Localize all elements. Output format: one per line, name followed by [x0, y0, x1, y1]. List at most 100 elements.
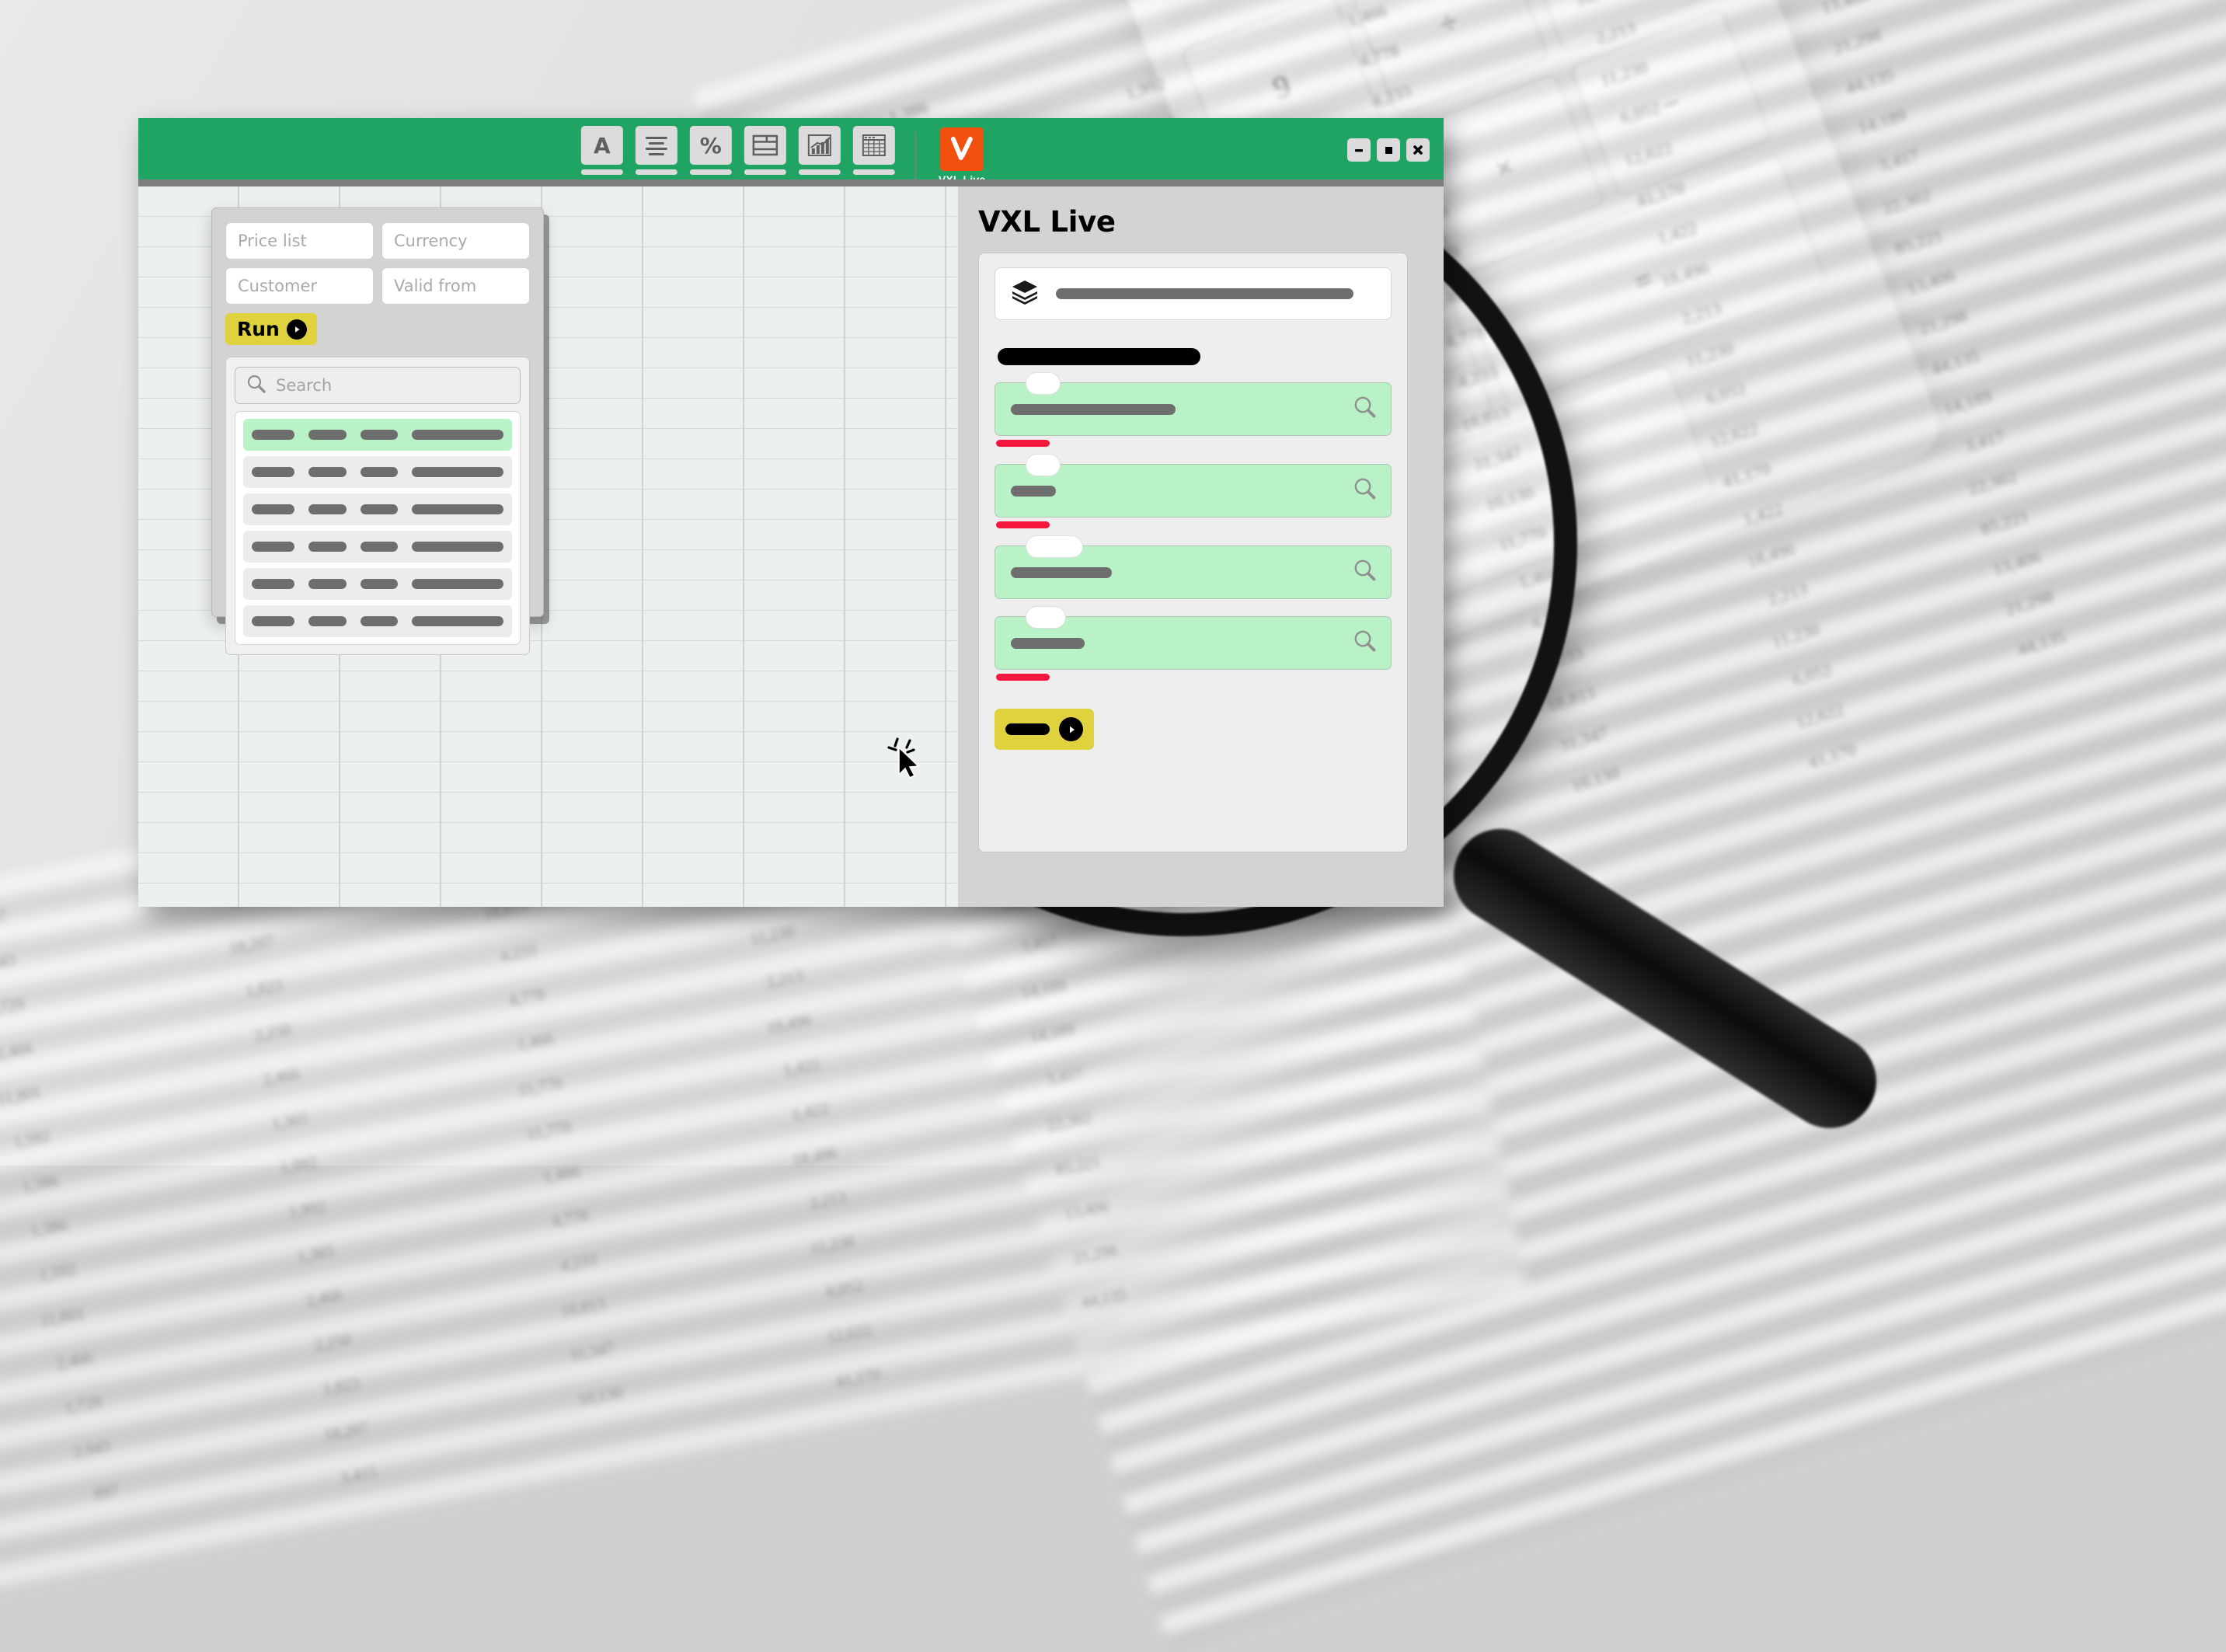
toolbar-button-underline — [744, 169, 786, 175]
currency-input[interactable]: Currency — [381, 222, 530, 260]
table-cell-placeholder — [308, 467, 346, 477]
lookup-3-label — [1026, 535, 1083, 558]
magnifier-icon[interactable] — [1353, 476, 1378, 505]
table-cell-placeholder — [308, 504, 346, 514]
table-row[interactable] — [243, 605, 512, 637]
align-text-icon — [636, 126, 678, 165]
table-cell-placeholder — [412, 542, 503, 552]
table-row[interactable] — [243, 419, 512, 451]
valid-from-input[interactable]: Valid from — [381, 267, 530, 305]
play-icon — [1059, 717, 1083, 741]
table-row[interactable] — [243, 493, 512, 525]
section-heading-placeholder — [998, 348, 1200, 365]
lookup-4-group — [995, 616, 1392, 681]
customer-input[interactable]: Customer — [225, 267, 374, 305]
toolbar-button-percent[interactable]: % — [689, 126, 733, 175]
query-field-grid: Price list Currency Customer Valid from — [225, 222, 530, 305]
window-controls — [1347, 138, 1430, 162]
panel-run-label-placeholder — [1005, 723, 1050, 735]
magnifier-icon[interactable] — [1353, 629, 1378, 657]
table-cell-placeholder — [412, 430, 503, 440]
table-row[interactable] — [243, 531, 512, 563]
svg-text:A: A — [594, 133, 611, 158]
bar-chart-icon — [799, 126, 841, 165]
table-cell-placeholder — [412, 467, 503, 477]
merge-cells-icon — [744, 126, 786, 165]
lookup-1-value — [1011, 404, 1176, 415]
toolbar-button-underline — [581, 169, 623, 175]
table-cell-placeholder — [252, 467, 294, 477]
lookup-2-label — [1026, 454, 1061, 476]
table-cell-placeholder — [361, 467, 398, 477]
panel-title: VXL Live — [978, 205, 1423, 239]
table-cell-placeholder — [361, 504, 398, 514]
window-body: Price list Currency Customer Valid from … — [138, 186, 1444, 907]
panel-run-button[interactable] — [995, 709, 1094, 750]
table-cell-placeholder — [361, 430, 398, 440]
lookup-4-value — [1011, 638, 1085, 649]
table-cell-placeholder — [308, 616, 346, 626]
table-row[interactable] — [243, 456, 512, 488]
spreadsheet-grid[interactable]: Price list Currency Customer Valid from … — [138, 186, 958, 907]
mouse-cursor — [887, 734, 935, 782]
play-icon — [287, 319, 307, 340]
table-cell-placeholder — [252, 579, 294, 589]
query-dialog: Price list Currency Customer Valid from … — [211, 207, 544, 617]
toolbar-button-underline — [690, 169, 732, 175]
lookup-4-error-indicator — [996, 674, 1050, 681]
search-placeholder: Search — [276, 376, 332, 395]
magnifier-icon[interactable] — [1353, 395, 1378, 423]
lookup-1-group — [995, 382, 1392, 447]
close-button[interactable] — [1406, 138, 1430, 162]
table-cell-placeholder — [252, 616, 294, 626]
ledger-number-column: 14,189 3,417 22,302 85,221 13,406 21,298… — [1767, 0, 2071, 671]
toolbar-button-table[interactable] — [852, 126, 896, 175]
minimize-button[interactable] — [1347, 138, 1371, 162]
price-list-input[interactable]: Price list — [225, 222, 374, 260]
table-cell-placeholder — [361, 542, 398, 552]
toolbar-button-underline — [636, 169, 678, 175]
table-cell-placeholder — [412, 579, 503, 589]
results-list — [235, 411, 521, 645]
lookup-field-list — [995, 382, 1392, 681]
toolbar-divider — [914, 131, 917, 181]
table-cell-placeholder — [252, 430, 294, 440]
table-cell-placeholder — [361, 579, 398, 589]
magnifier-icon[interactable] — [1353, 558, 1378, 587]
brand-button[interactable]: VXL Live — [939, 126, 985, 186]
ribbon-button-group: A % — [580, 126, 985, 186]
toolbar-button-underline — [799, 169, 841, 175]
table-cell-placeholder — [412, 616, 503, 626]
ledger-number-column: 1,422 18,496 2,213 11,230 6,052 12,622 4… — [1558, 0, 1862, 783]
percent-icon: % — [690, 126, 732, 165]
search-input[interactable]: Search — [235, 367, 521, 404]
table-cell-placeholder — [308, 579, 346, 589]
lookup-3-value — [1011, 567, 1112, 578]
table-row[interactable] — [243, 568, 512, 600]
results-card: Search — [225, 357, 530, 655]
run-button-label: Run — [237, 318, 280, 340]
toolbar: A % — [138, 118, 1444, 186]
app-window: A % — [138, 118, 1444, 907]
maximize-button[interactable] — [1377, 138, 1400, 162]
run-button[interactable]: Run — [225, 313, 317, 345]
toolbar-button-chart[interactable] — [798, 126, 841, 175]
lookup-4-label — [1026, 606, 1066, 629]
ledger-number-column: 897 2,943 1,729 2,466 11,801 1,592 1,386… — [0, 893, 123, 1521]
table-cell-placeholder — [252, 504, 294, 514]
toolbar-button-merge-cells[interactable] — [744, 126, 787, 175]
data-source-field[interactable] — [995, 267, 1392, 320]
vxl-live-panel: VXL Live — [958, 186, 1444, 907]
lookup-2-value — [1011, 486, 1056, 497]
magnifier-icon — [246, 374, 266, 398]
toolbar-button-align[interactable] — [635, 126, 678, 175]
lookup-2-error-indicator — [996, 521, 1050, 528]
vxl-logo-icon — [940, 127, 984, 171]
data-source-value — [1056, 288, 1353, 299]
toolbar-button-font[interactable]: A — [580, 126, 624, 175]
table-cell-placeholder — [308, 430, 346, 440]
layers-stack-icon — [1010, 277, 1040, 311]
table-cell-placeholder — [412, 504, 503, 514]
svg-text:%: % — [700, 133, 722, 158]
toolbar-bottom-divider — [138, 179, 1444, 186]
